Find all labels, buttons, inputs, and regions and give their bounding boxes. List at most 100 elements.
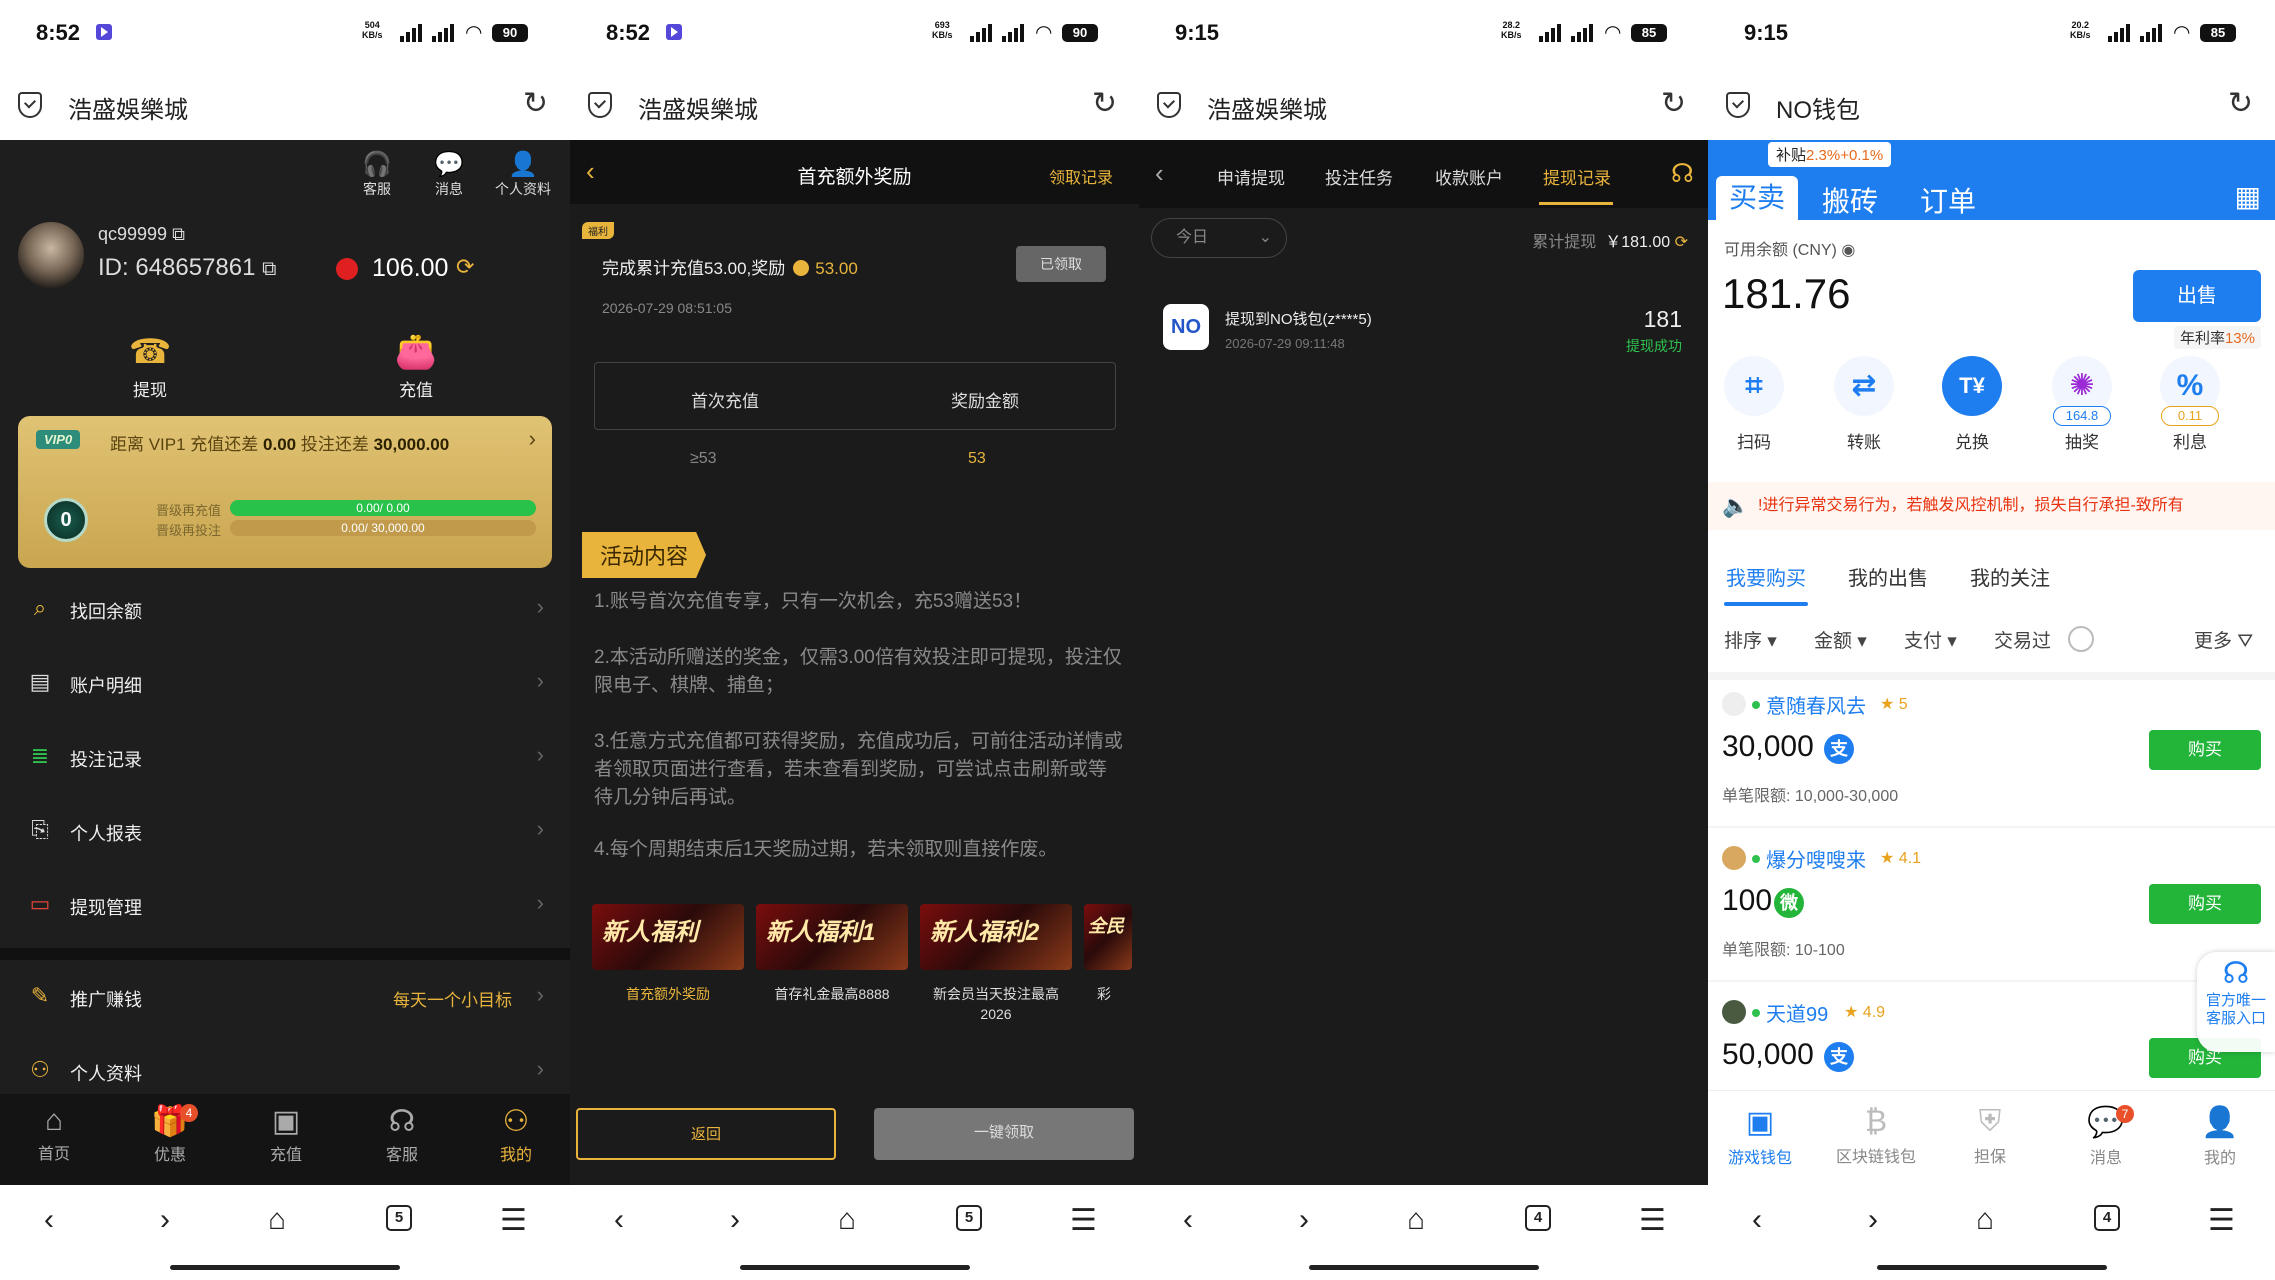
customer-service-entry[interactable]: ☊ 官方唯一 客服入口	[2197, 952, 2275, 1052]
claim-records-link[interactable]: 领取记录	[1049, 164, 1113, 188]
headset-icon[interactable]: ☊	[1671, 158, 1694, 189]
banner-new-member[interactable]: 新人福利2	[920, 904, 1072, 970]
buy-button[interactable]: 购买	[2149, 884, 2261, 924]
menu-icon[interactable]: ☰	[1639, 1203, 1666, 1238]
banner-deposit-gift[interactable]: 新人福利1	[756, 904, 908, 970]
refresh-icon[interactable]: ⟳	[1675, 234, 1688, 251]
avatar[interactable]	[18, 222, 84, 288]
back-arrow-icon[interactable]: ‹	[1155, 158, 1164, 189]
tabs-count-icon[interactable]: 4	[1525, 1205, 1551, 1231]
merchant-name[interactable]: 天道99	[1766, 998, 1828, 1027]
nav-offers[interactable]: 🎁 优惠 4	[130, 1104, 210, 1165]
wallet-icon: 👛	[394, 333, 438, 371]
system-nav-bar: ‹ › ⌂ 5 ☰	[0, 1185, 570, 1280]
nav-mine[interactable]: 👤 我的	[2170, 1105, 2270, 1168]
withdraw-button[interactable]: ☎ 提现	[100, 332, 200, 401]
banner-all[interactable]: 全民	[1084, 904, 1132, 970]
merchant-name[interactable]: 意随春风去	[1766, 690, 1866, 719]
menu-item-promote[interactable]: ✎ 推广赚钱 每天一个小目标 ›	[0, 960, 570, 1034]
menu-icon[interactable]: ☰	[1070, 1203, 1097, 1238]
forward-icon[interactable]: ›	[730, 1203, 740, 1237]
tab-apply-withdraw[interactable]: 申请提现	[1217, 164, 1285, 189]
more-filter[interactable]: 更多 ⛛	[2194, 626, 2253, 653]
nav-service[interactable]: ☊ 客服	[362, 1104, 442, 1165]
back-icon[interactable]: ‹	[1183, 1203, 1193, 1237]
back-icon[interactable]: ‹	[1752, 1203, 1762, 1237]
forward-icon[interactable]: ›	[1868, 1203, 1878, 1237]
scan-button[interactable]: ⌗ 扫码	[1714, 356, 1794, 453]
menu-item-account-details[interactable]: ▤ 账户明细 ›	[0, 646, 570, 720]
tab-withdraw-records[interactable]: 提现记录	[1543, 164, 1611, 189]
tab-my-sell[interactable]: 我的出售	[1848, 562, 1928, 591]
interest-button[interactable]: % 0.11 利息	[2150, 356, 2230, 453]
sort-filter[interactable]: 排序 ▾	[1724, 626, 1777, 653]
nav-recharge[interactable]: ▣ 充值	[246, 1104, 326, 1165]
nav-messages[interactable]: 💬 消息 7	[2056, 1105, 2156, 1168]
total-value: ￥181.00	[1605, 234, 1671, 251]
system-nav-bar: ‹ › ⌂ 4 ☰	[1139, 1185, 1708, 1280]
copy-icon[interactable]: ⧉	[262, 258, 276, 280]
date-filter-select[interactable]: 今日 ⌄	[1151, 218, 1287, 258]
transfer-button[interactable]: ⇄ 转账	[1824, 356, 1904, 453]
claim-all-button[interactable]: 一键领取	[874, 1108, 1134, 1160]
back-icon[interactable]: ‹	[614, 1203, 624, 1237]
forward-icon[interactable]: ›	[160, 1203, 170, 1237]
eye-icon[interactable]: ◉	[1841, 242, 1855, 259]
tab-arbitrage[interactable]: 搬砖	[1822, 180, 1878, 220]
menu-icon[interactable]: ☰	[2208, 1203, 2235, 1238]
signal-icon	[1002, 22, 1024, 42]
nav-mine[interactable]: ⚇ 我的	[476, 1104, 556, 1165]
home-icon[interactable]: ⌂	[1976, 1203, 1994, 1237]
vip-card[interactable]: VIP0 距离 VIP1 充值还差 0.00 投注还差 30,000.00 › …	[18, 416, 552, 568]
tab-buy[interactable]: 我要购买	[1726, 562, 1806, 591]
amount-filter[interactable]: 金额 ▾	[1814, 626, 1867, 653]
menu-item-personal-report[interactable]: ⎘ 个人报表 ›	[0, 794, 570, 868]
tabs-count-icon[interactable]: 4	[2094, 1205, 2120, 1231]
nav-game-wallet[interactable]: ▣ 游戏钱包	[1710, 1105, 1810, 1168]
speaker-icon: 🔈	[1722, 493, 1750, 518]
tab-bet-tasks[interactable]: 投注任务	[1325, 164, 1393, 189]
tab-my-follow[interactable]: 我的关注	[1970, 562, 2050, 591]
home-icon[interactable]: ⌂	[838, 1203, 856, 1237]
claimed-button[interactable]: 已领取	[1016, 246, 1106, 282]
tabs-count-icon[interactable]: 5	[956, 1205, 982, 1231]
merchant-name[interactable]: 爆分嗖嗖来	[1766, 844, 1866, 873]
reload-icon[interactable]: ↻	[523, 86, 548, 121]
home-icon[interactable]: ⌂	[268, 1203, 286, 1237]
reload-icon[interactable]: ↻	[2228, 86, 2253, 121]
buy-button[interactable]: 购买	[2149, 730, 2261, 770]
reload-icon[interactable]: ↻	[1092, 86, 1117, 121]
messages-button[interactable]: 💬 消息	[414, 150, 484, 199]
nav-label: 游戏钱包	[1727, 1150, 1792, 1167]
refresh-balance-icon[interactable]: ⟳	[456, 254, 474, 280]
gesture-indicator	[739, 1265, 970, 1270]
risk-notice[interactable]: 🔈 !进行异常交易行为，若触发风控机制，损失自行承担-致所有	[1708, 482, 2275, 530]
menu-item-withdraw-management[interactable]: ▭ 提现管理 ›	[0, 868, 570, 942]
forward-icon[interactable]: ›	[1299, 1203, 1309, 1237]
tab-trade[interactable]: 买卖	[1716, 176, 1798, 220]
profile-button[interactable]: 👤 个人资料	[488, 150, 558, 199]
copy-icon[interactable]: ⧉	[172, 224, 185, 244]
reload-icon[interactable]: ↻	[1661, 86, 1686, 121]
tab-payee-accounts[interactable]: 收款账户	[1435, 164, 1503, 189]
exchange-button[interactable]: T¥ 兑换	[1932, 356, 2012, 453]
recharge-button[interactable]: 👛 充值	[366, 332, 466, 401]
nav-blockchain-wallet[interactable]: ₿ 区块链钱包	[1826, 1105, 1926, 1167]
tab-orders[interactable]: 订单	[1920, 180, 1976, 220]
tabs-count-icon[interactable]: 5	[386, 1205, 412, 1231]
sell-button[interactable]: 出售	[2133, 270, 2261, 322]
menu-icon[interactable]: ☰	[500, 1203, 527, 1238]
traded-toggle[interactable]	[2068, 626, 2094, 652]
home-icon[interactable]: ⌂	[1407, 1203, 1425, 1237]
payment-filter[interactable]: 支付 ▾	[1904, 626, 1957, 653]
lottery-button[interactable]: ✺ 164.8 抽奖	[2042, 356, 2122, 453]
nav-escrow[interactable]: ⛨ 担保	[1940, 1105, 2040, 1167]
back-button[interactable]: 返回	[576, 1108, 836, 1160]
menu-item-bet-records[interactable]: ≣ 投注记录 ›	[0, 720, 570, 794]
menu-item-recover-balance[interactable]: ⌕ 找回余额 ›	[0, 572, 570, 646]
customer-service-button[interactable]: 🎧 客服	[342, 150, 412, 199]
nav-home[interactable]: ⌂ 首页	[14, 1104, 94, 1164]
back-icon[interactable]: ‹	[44, 1203, 54, 1237]
banner-first-deposit[interactable]: 新人福利	[592, 904, 744, 970]
records-icon[interactable]: ▦	[2235, 180, 2261, 213]
